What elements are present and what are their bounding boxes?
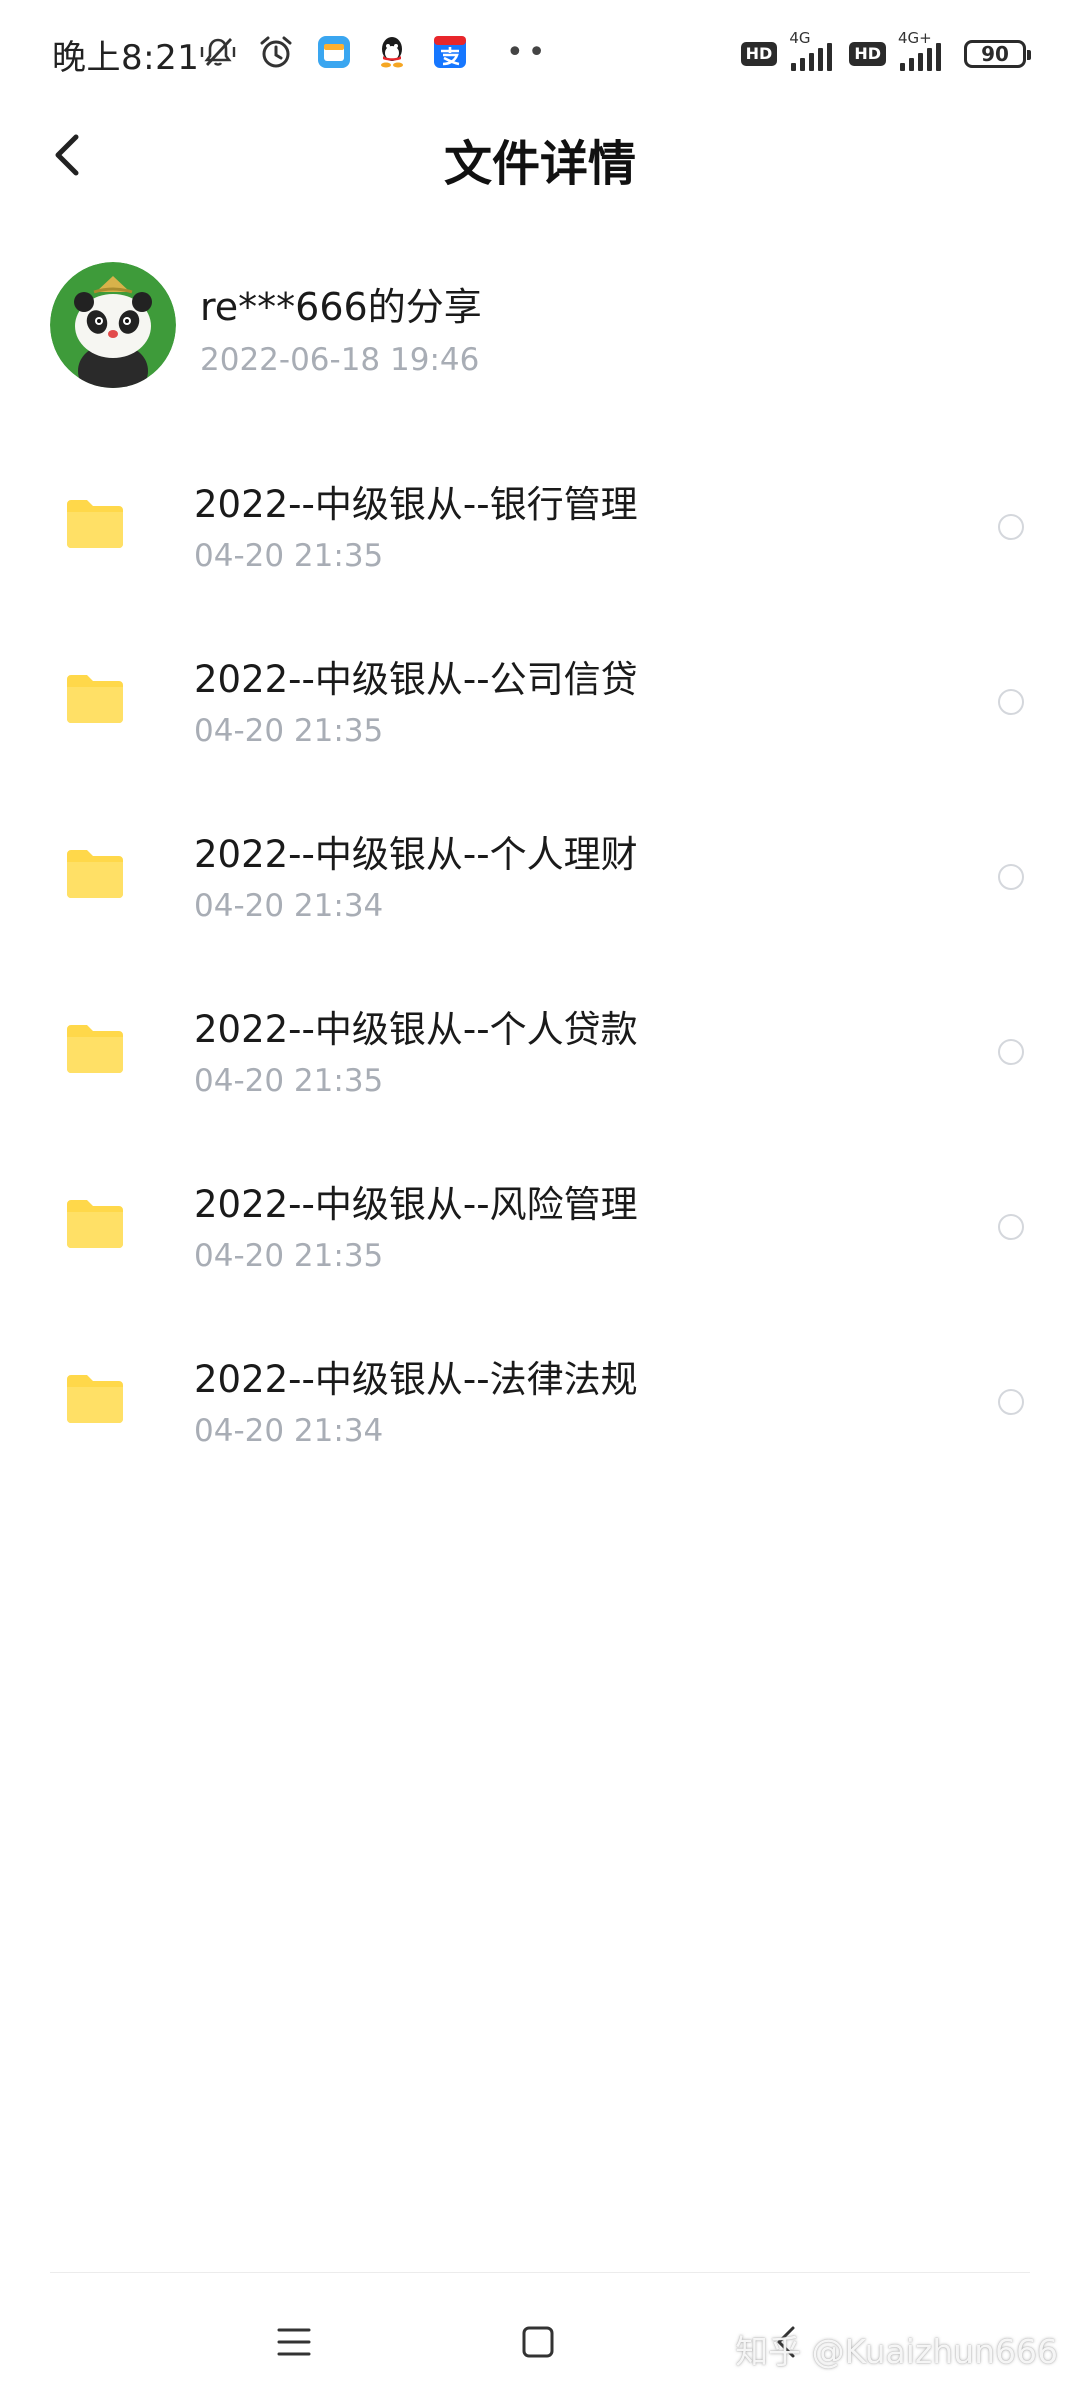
share-info: re***666的分享 2022-06-18 19:46 <box>0 258 1080 398</box>
folder-icon <box>67 1200 123 1248</box>
select-radio[interactable] <box>998 864 1024 890</box>
mute-vibrate-icon <box>198 32 238 72</box>
list-item[interactable]: 2022--中级银从--公司信贷 04-20 21:35 <box>0 613 1080 788</box>
select-radio[interactable] <box>998 689 1024 715</box>
battery-icon: 90 <box>964 40 1031 68</box>
menu-button[interactable] <box>264 2312 324 2372</box>
header: 文件详情 <box>0 110 1080 200</box>
hd-badge-2: HD <box>849 42 886 66</box>
notification-icons: •• <box>198 30 549 74</box>
file-time: 04-20 21:35 <box>194 713 384 749</box>
list-item[interactable]: 2022--中级银从--银行管理 04-20 21:35 <box>0 438 1080 613</box>
folder-icon <box>67 1025 123 1073</box>
select-radio[interactable] <box>998 514 1024 540</box>
home-icon <box>522 2326 554 2358</box>
list-item[interactable]: 2022--中级银从--风险管理 04-20 21:35 <box>0 1138 1080 1313</box>
nav-divider <box>50 2272 1030 2273</box>
page-title: 文件详情 <box>443 136 636 192</box>
file-name: 2022--中级银从--个人贷款 <box>194 1008 638 1051</box>
file-time: 04-20 21:34 <box>194 1413 384 1449</box>
signal-1: 4G <box>787 29 839 73</box>
hd-badge: HD <box>740 42 778 66</box>
file-time: 04-20 21:35 <box>194 1238 384 1274</box>
system-status-icons: HD 4G HD 4G+ 90 <box>740 29 1031 76</box>
alarm-icon <box>256 32 296 72</box>
list-item[interactable]: 2022--中级银从--个人理财 04-20 21:34 <box>0 788 1080 963</box>
file-name: 2022--中级银从--个人理财 <box>194 833 638 876</box>
home-button[interactable] <box>508 2312 568 2372</box>
file-details-screen: 晚上8:21 •• HD 4G HD 4G+ 90 文件详情 re***666的… <box>0 0 1080 2400</box>
share-title: re***666的分享 <box>200 285 482 329</box>
list-item[interactable]: 2022--中级银从--法律法规 04-20 21:34 <box>0 1313 1080 1488</box>
battery-level: 90 <box>981 42 1009 66</box>
folder-icon <box>67 850 123 898</box>
alipay-icon <box>430 32 470 72</box>
more-notifications-icon: •• <box>506 34 550 70</box>
avatar[interactable] <box>50 262 176 388</box>
panda-avatar-icon <box>50 262 176 388</box>
list-item[interactable]: 2022--中级银从--个人贷款 04-20 21:35 <box>0 963 1080 1138</box>
folder-icon <box>67 1375 123 1423</box>
file-time: 04-20 21:34 <box>194 888 384 924</box>
file-time: 04-20 21:35 <box>194 538 384 574</box>
calendar-app-icon <box>314 32 354 72</box>
select-radio[interactable] <box>998 1039 1024 1065</box>
select-radio[interactable] <box>998 1214 1024 1240</box>
file-time: 04-20 21:35 <box>194 1063 384 1099</box>
folder-icon <box>67 500 123 548</box>
status-bar: 晚上8:21 •• HD 4G HD 4G+ 90 <box>0 0 1080 110</box>
signal-2: 4G+ <box>896 29 948 73</box>
status-time: 晚上8:21 <box>52 38 200 78</box>
signal-bars-icon <box>791 43 833 71</box>
signal-bars-icon <box>900 43 941 71</box>
file-name: 2022--中级银从--公司信贷 <box>194 658 638 701</box>
share-date: 2022-06-18 19:46 <box>200 342 480 378</box>
qq-icon <box>372 32 412 72</box>
file-name: 2022--中级银从--法律法规 <box>194 1358 638 1401</box>
file-list: 2022--中级银从--银行管理 04-20 21:35 2022--中级银从-… <box>0 438 1080 1488</box>
file-name: 2022--中级银从--银行管理 <box>194 483 638 526</box>
file-name: 2022--中级银从--风险管理 <box>194 1183 638 1226</box>
watermark: 知乎 @Kuaizhun666 <box>735 2332 1058 2371</box>
folder-icon <box>67 675 123 723</box>
select-radio[interactable] <box>998 1389 1024 1415</box>
menu-icon <box>277 2328 311 2356</box>
